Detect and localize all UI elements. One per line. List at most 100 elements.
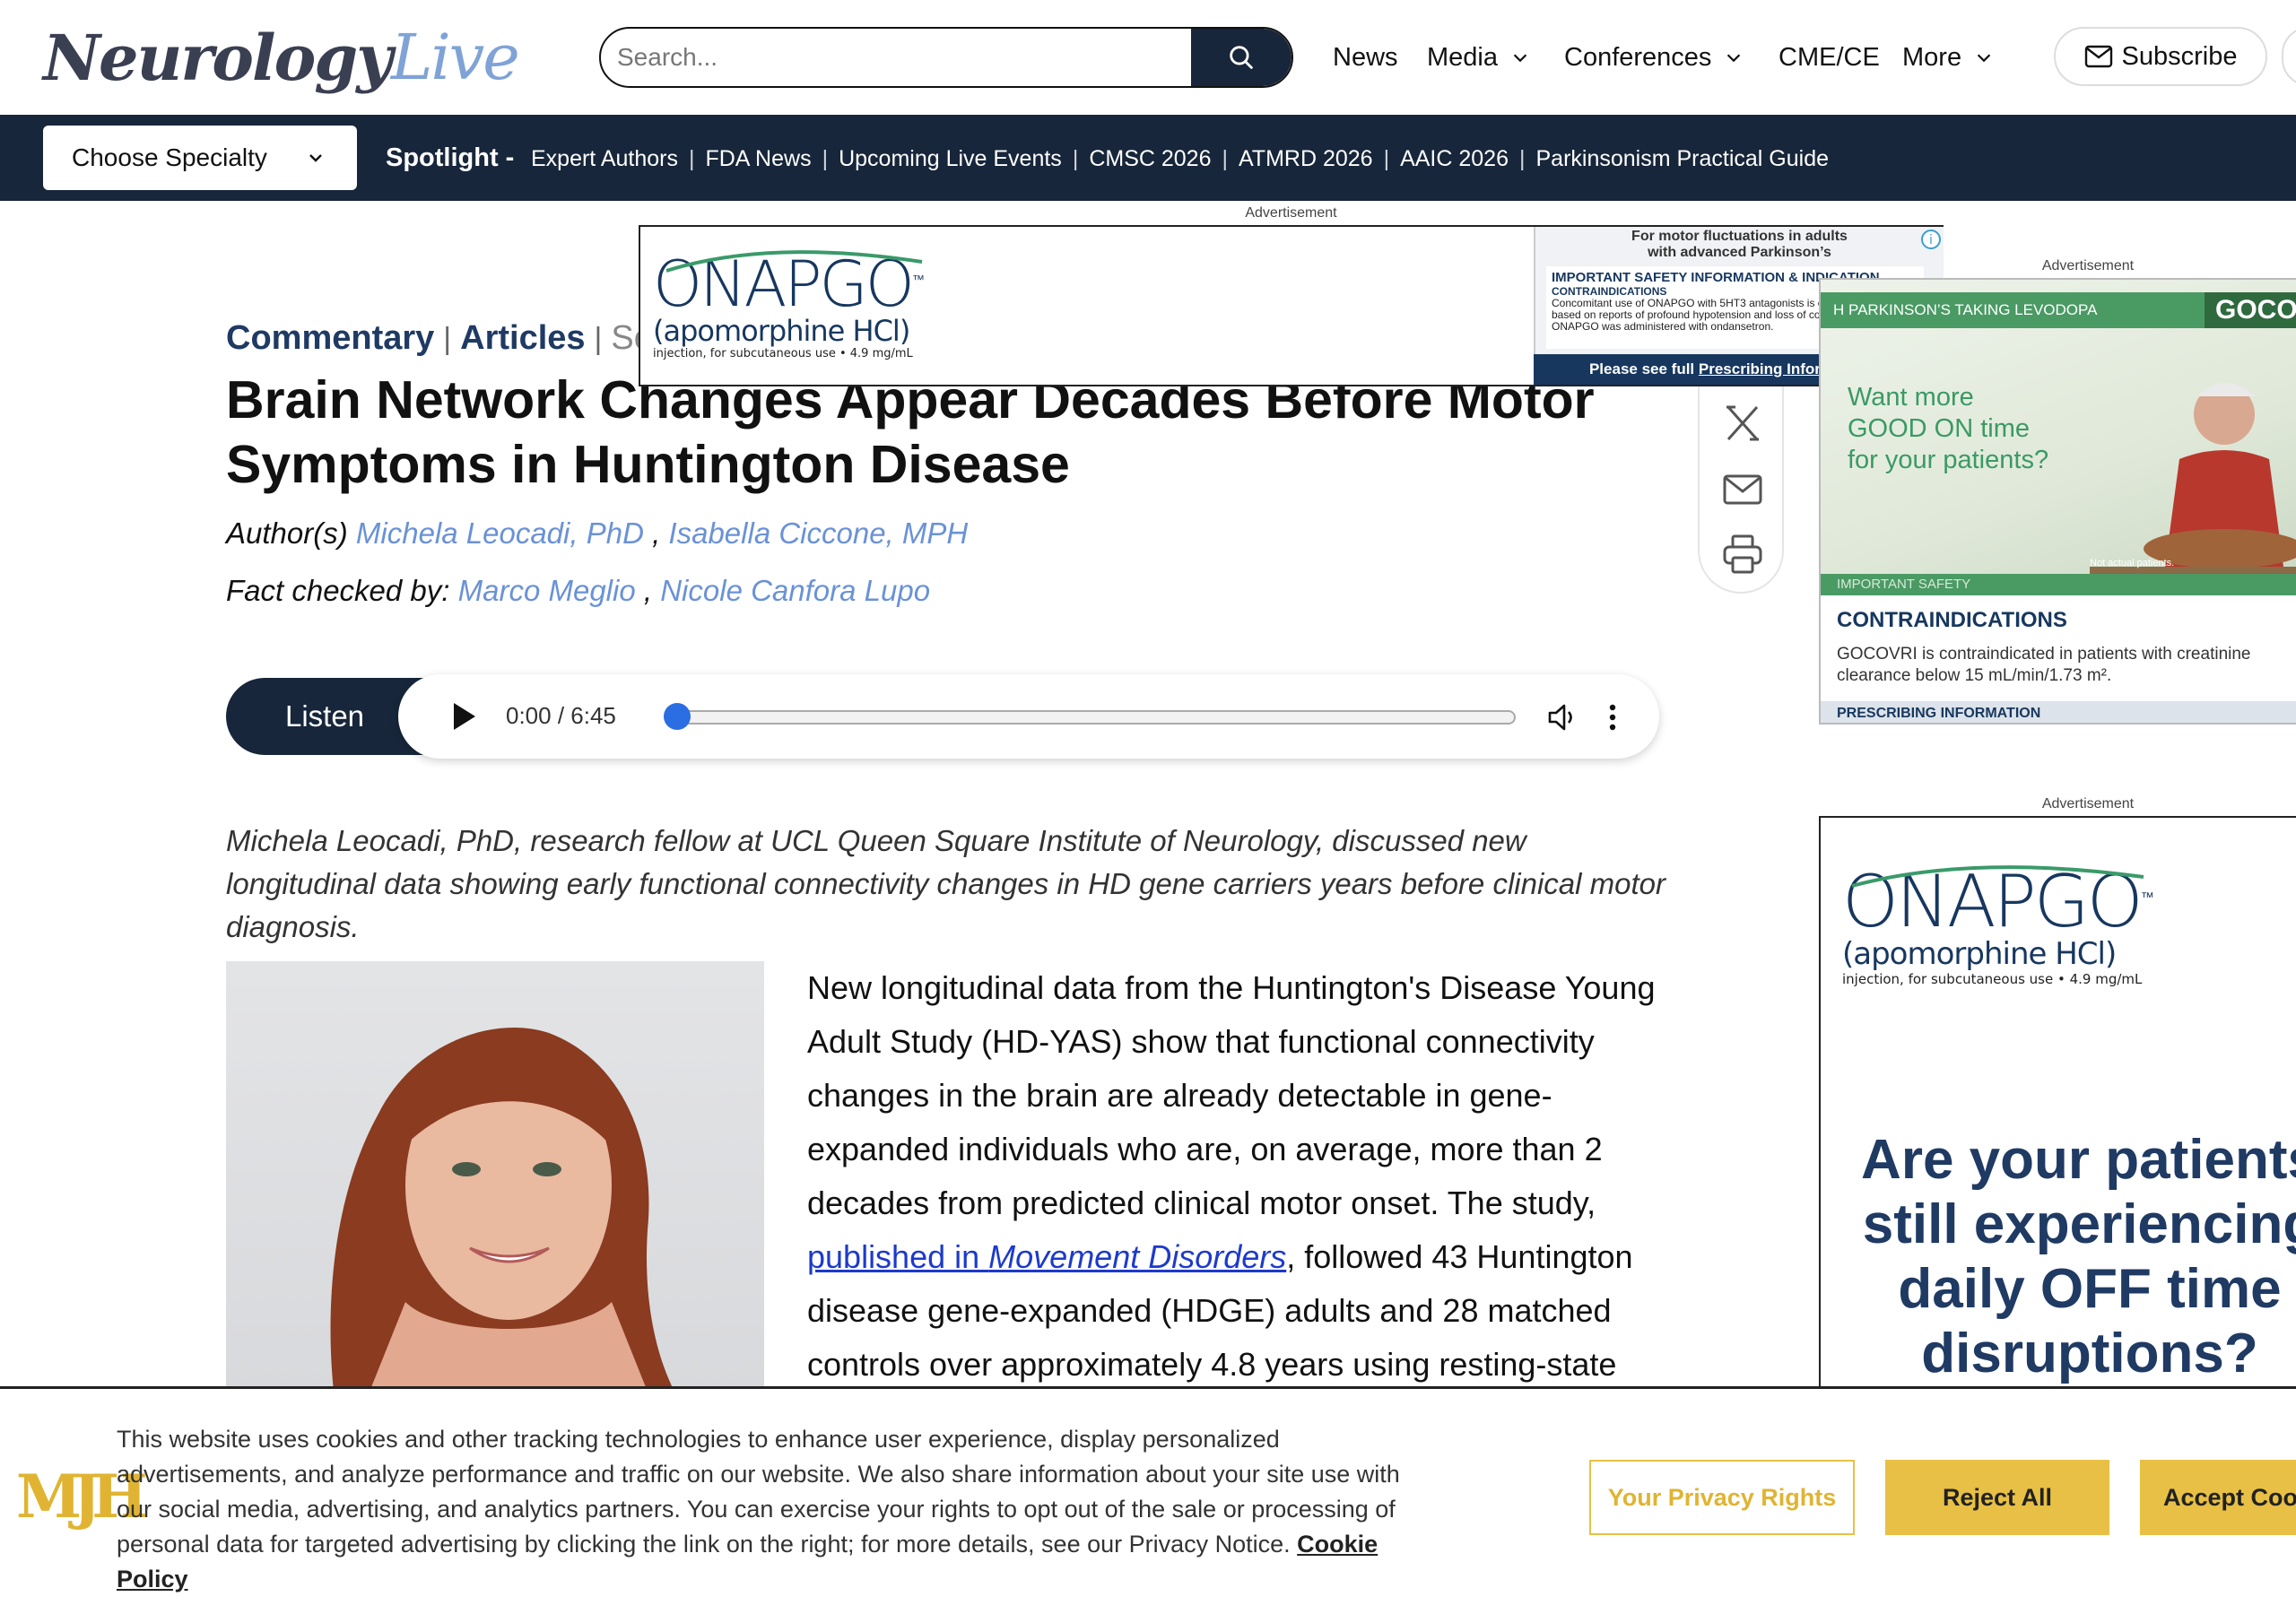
right-ad-2-label: Advertisement [2041, 796, 2135, 811]
search-input[interactable] [601, 29, 1191, 86]
cookie-body: This website uses cookies and other trac… [117, 1426, 1400, 1558]
chevron-down-icon [309, 154, 322, 162]
ad1-tagline-1: Want more [1848, 383, 1974, 412]
crumb-commentary[interactable]: Commentary [226, 319, 434, 358]
play-icon[interactable] [445, 699, 481, 734]
ad-headline-1: For motor fluctuations in adults [1631, 229, 1848, 244]
logo-swoosh [665, 250, 923, 273]
author-link[interactable]: Michela Leocadi, PhD [356, 516, 644, 550]
nav-cme[interactable]: CME/CE [1779, 27, 1880, 88]
logo-swoosh [1851, 865, 2144, 888]
spotlight-link[interactable]: CMSC 2026 [1089, 146, 1211, 172]
logo-part-2: Live [390, 21, 520, 94]
ad2-trademark: ™ [2140, 889, 2154, 906]
subscribe-label: Subscribe [2121, 41, 2238, 71]
right-ad-1-label: Advertisement [2041, 258, 2135, 273]
nav-media-label: Media [1427, 42, 1498, 72]
ad2-generic: (apomorphine HCl) [1842, 936, 2117, 972]
factcheck-line: Fact checked by: Marco Meglio , Nicole C… [226, 574, 931, 607]
listen-label: Listen [284, 699, 365, 733]
factcheck-label: Fact checked by: [226, 574, 450, 607]
nav-news[interactable]: News [1333, 27, 1398, 88]
cookie-text: This website uses cookies and other trac… [117, 1422, 1435, 1597]
ad1-isi: IMPORTANT SAFETY [1821, 574, 2296, 595]
chevron-down-icon [1727, 54, 1741, 63]
link-text-2: Movement Disorders [988, 1238, 1287, 1275]
movement-disorders-link[interactable]: published in Movement Disorders [807, 1238, 1286, 1275]
spotlight-link[interactable]: Expert Authors [531, 146, 678, 172]
subscribe-button[interactable]: Subscribe [2054, 27, 2267, 86]
ad2-headline: Are your patients still experiencing dai… [1861, 1129, 2296, 1384]
nav-more-label: More [1902, 42, 1962, 72]
top-ad-label: Advertisement [1245, 205, 1337, 221]
share-rail [1698, 359, 1784, 594]
x-twitter-icon[interactable] [1721, 402, 1764, 445]
spotlight-link[interactable]: Upcoming Live Events [839, 146, 1062, 172]
link-text-1: published in [807, 1238, 989, 1275]
ad1-tagline-3: for your patients? [1848, 446, 2049, 474]
spotlight-link[interactable]: Parkinsonism Practical Guide [1536, 146, 1830, 172]
nav-news-label: News [1333, 42, 1398, 72]
crumb-articles[interactable]: Articles [460, 319, 585, 358]
nav-media[interactable]: Media [1427, 27, 1530, 88]
right-ad-2[interactable]: ONAPGO™ (apomorphine HCl) injection, for… [1819, 816, 2296, 1390]
ad1-contra-text: GOCOVRI is contraindicated in patients w… [1837, 645, 2251, 685]
top-ad-logo: ONAPGO™ (apomorphine HCl) injection, for… [653, 242, 925, 361]
author-line: Author(s) Michela Leocadi, PhD , Isabell… [226, 516, 969, 550]
right-ad-1[interactable]: H PARKINSON’S TAKING LEVODOPA GOCO Want … [1819, 278, 2296, 725]
author-photo [226, 961, 764, 1392]
chevron-down-icon [1513, 54, 1527, 63]
ad1-banner: H PARKINSON’S TAKING LEVODOPA [1821, 292, 2251, 328]
search-icon [1230, 46, 1253, 69]
spotlight-links: Expert Authors | FDA News | Upcoming Live … [531, 146, 1830, 172]
reject-all-button[interactable]: Reject All [1885, 1460, 2109, 1535]
svg-text:i: i [1929, 233, 1933, 247]
article-body: New longitudinal data from the Huntingto… [807, 961, 1668, 1392]
mail-icon [2084, 45, 2112, 68]
print-icon[interactable] [1721, 533, 1764, 576]
search-button[interactable] [1191, 29, 1292, 86]
factchecker-link[interactable]: Marco Meglio [458, 574, 636, 607]
author-link[interactable]: Isabella Ciccone, MPH [668, 516, 968, 550]
site-logo[interactable]: Neurology Live [43, 18, 520, 97]
breadcrumb: Commentary | Articles | Sep [226, 319, 672, 358]
logo-part-1: Neurology [43, 20, 393, 95]
body-text-1: New longitudinal data from the Huntingto… [807, 969, 1656, 1221]
ad2-logo: ONAPGO™ (apomorphine HCl) injection, for… [1842, 865, 2154, 988]
choose-specialty-dropdown[interactable]: Choose Specialty [43, 126, 357, 190]
ad1-tagline-2: GOOD ON time [1848, 414, 2031, 443]
spotlight-link[interactable]: AAIC 2026 [1400, 146, 1509, 172]
audio-time: 0:00 / 6:45 [506, 702, 616, 729]
audio-progress-thumb[interactable] [664, 703, 691, 730]
ad1-footer: PRESCRIBING INFORMATION [1821, 701, 2296, 723]
accept-cookies-button[interactable]: Accept Cookies [2140, 1460, 2296, 1535]
ad1-contra-title: CONTRAINDICATIONS [1837, 608, 2067, 632]
ad1-brand: GOCO [2205, 292, 2296, 328]
ad-info-icon[interactable]: i [1920, 229, 1942, 250]
trademark: ™ [911, 273, 925, 288]
article-dek: Michela Leocadi, PhD, research fellow at… [226, 824, 1666, 943]
portrait-image [330, 1028, 674, 1392]
spotlight-title: Spotlight - [386, 143, 515, 172]
audio-progress-track[interactable] [674, 710, 1516, 725]
specialty-label: Choose Specialty [72, 143, 267, 171]
email-share-icon[interactable] [1721, 468, 1764, 511]
spotlight-link[interactable]: FDA News [705, 146, 811, 172]
brand-generic: (apomorphine HCl) [653, 314, 910, 348]
volume-icon[interactable] [1544, 699, 1580, 735]
ad2-dosing: injection, for subcutaneous use • 4.9 mg… [1842, 971, 2143, 988]
ad-footer-prefix: Please see full [1588, 360, 1695, 377]
brand-dosing: injection, for subcutaneous use • 4.9 mg… [653, 347, 913, 361]
nav-conferences[interactable]: Conferences [1564, 27, 1744, 88]
factchecker-link[interactable]: Nicole Canfora Lupo [660, 574, 930, 607]
privacy-rights-button[interactable]: Your Privacy Rights [1589, 1460, 1855, 1535]
more-options-icon[interactable] [1602, 699, 1623, 735]
authors-label: Author(s) [226, 516, 348, 550]
search-bar [599, 27, 1293, 88]
spotlight-link[interactable]: ATMRD 2026 [1239, 146, 1373, 172]
article-title: Brain Network Changes Appear Decades Bef… [226, 370, 1595, 494]
chevron-down-icon [1977, 54, 1991, 63]
ad1-fine: Not actual patients. [2090, 558, 2175, 568]
nav-cme-label: CME/CE [1779, 42, 1880, 72]
nav-more[interactable]: More [1902, 27, 1994, 88]
